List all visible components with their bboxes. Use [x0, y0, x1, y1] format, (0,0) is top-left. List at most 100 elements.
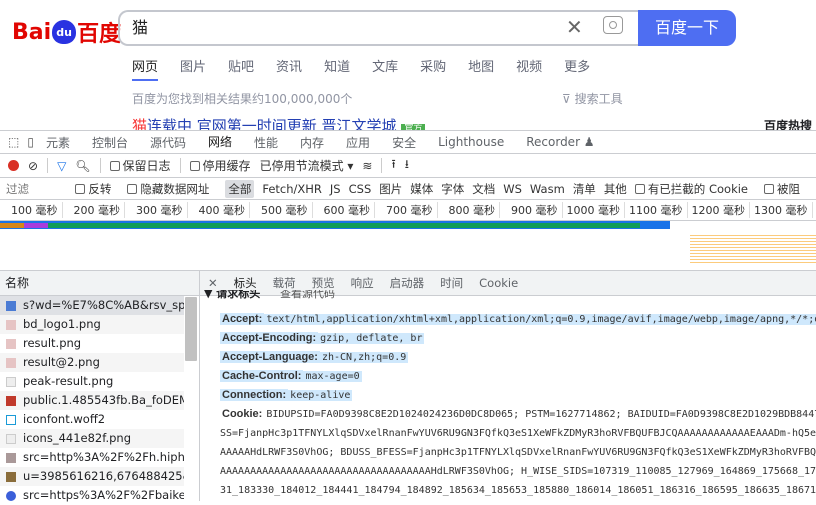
header-cache-control: Cache-Control:max-age=0 — [220, 368, 362, 384]
device-icon[interactable]: ▯ — [27, 135, 34, 149]
request-row[interactable]: result@2.png — [0, 353, 184, 372]
hide-data-urls-checkbox[interactable]: 隐藏数据网址 — [127, 181, 217, 197]
request-row[interactable]: s?wd=%E7%8C%AB&rsv_spt=1&rsv — [0, 296, 184, 315]
type-doc[interactable]: 文档 — [472, 181, 495, 197]
tab-headers[interactable]: 标头 — [234, 275, 257, 291]
preserve-log-checkbox[interactable]: 保留日志 — [110, 157, 171, 174]
tab-lighthouse[interactable]: Lighthouse — [438, 135, 504, 149]
request-headers-section[interactable]: ▼ 请求标头 — [204, 290, 260, 300]
close-icon[interactable]: ✕ — [208, 276, 218, 290]
tab-performance[interactable]: 性能 — [254, 134, 278, 151]
type-all[interactable]: 全部 — [225, 180, 254, 198]
tab-sources[interactable]: 源代码 — [150, 134, 186, 151]
timeline-overview[interactable] — [0, 221, 816, 271]
invert-checkbox[interactable]: 反转 — [75, 181, 119, 197]
tab-web[interactable]: 网页 — [132, 56, 158, 81]
tab-news[interactable]: 资讯 — [276, 56, 302, 81]
tab-console[interactable]: 控制台 — [92, 134, 128, 151]
request-name: iconfont.woff2 — [23, 410, 105, 429]
type-xhr[interactable]: Fetch/XHR — [262, 182, 322, 196]
timeline-bar-connect — [24, 223, 48, 228]
export-icon[interactable]: ⭳ — [405, 155, 409, 176]
header-value: zh-CN,zh;q=0.9 — [320, 352, 408, 363]
network-conditions-icon[interactable]: ≋ — [362, 159, 372, 173]
header-key: Cache-Control: — [220, 370, 303, 382]
request-list-scrollbar[interactable] — [185, 297, 197, 361]
tab-wenku[interactable]: 文库 — [372, 56, 398, 81]
tick: 100 毫秒 — [0, 202, 63, 218]
request-row[interactable]: public.1.485543fb.Ba_foDEMdxAIc. — [0, 391, 184, 410]
search-icon[interactable]: 🔍︎ — [75, 159, 90, 173]
tick: 1200 毫秒 — [688, 202, 751, 218]
type-other[interactable]: 其他 — [604, 181, 627, 197]
image-icon — [6, 339, 16, 349]
tab-recorder[interactable]: Recorder ♟ — [526, 135, 594, 149]
image-icon — [6, 377, 16, 387]
import-icon[interactable]: ⭱ — [391, 155, 395, 176]
request-row[interactable]: icons_441e82f.png — [0, 429, 184, 448]
result-title[interactable]: 猫连载中 官网第一时间更新 晋江文学城 官方 — [132, 116, 425, 130]
type-wasm[interactable]: Wasm — [530, 182, 565, 196]
type-ws[interactable]: WS — [503, 182, 522, 196]
search-tools[interactable]: ⊽ 搜索工具 — [562, 90, 623, 107]
type-img[interactable]: 图片 — [379, 181, 402, 197]
result-count: 百度为您找到相关结果约100,000,000个 — [132, 90, 352, 107]
view-source-link[interactable]: 查看源代码 — [280, 290, 335, 300]
request-name: bd_logo1.png — [23, 315, 101, 334]
request-row[interactable]: bd_logo1.png — [0, 315, 184, 334]
tab-response[interactable]: 响应 — [351, 275, 374, 291]
tab-preview[interactable]: 预览 — [312, 275, 335, 291]
type-media[interactable]: 媒体 — [410, 181, 433, 197]
type-font[interactable]: 字体 — [441, 181, 464, 197]
tab-zhidao[interactable]: 知道 — [324, 56, 350, 81]
record-icon[interactable] — [8, 160, 19, 171]
search-tabs: 网页 图片 贴吧 资讯 知道 文库 采购 地图 视频 更多 — [132, 56, 590, 81]
camera-icon[interactable] — [603, 16, 623, 34]
tab-shopping[interactable]: 采购 — [420, 56, 446, 81]
request-name: src=http%3A%2F%2Fh.hiphotos.ba — [23, 448, 184, 467]
clear-icon[interactable]: ⊘ — [28, 159, 38, 173]
tab-more[interactable]: 更多 — [564, 56, 590, 81]
tab-application[interactable]: 应用 — [346, 134, 370, 151]
header-connection: Connection:keep-alive — [220, 387, 352, 403]
request-name: peak-result.png — [23, 372, 113, 391]
request-row[interactable]: iconfont.woff2 — [0, 410, 184, 429]
clear-icon[interactable]: ✕ — [566, 15, 583, 39]
request-name: icons_441e82f.png — [23, 429, 131, 448]
blocked-checkbox[interactable]: 被阻 — [764, 181, 808, 197]
request-row[interactable]: u=3985616216,676488425&fm=17 — [0, 467, 184, 486]
type-js[interactable]: JS — [330, 182, 341, 196]
tab-tieba[interactable]: 贴吧 — [228, 56, 254, 81]
tab-images[interactable]: 图片 — [180, 56, 206, 81]
timeline-bar-wait — [48, 223, 640, 228]
filter-input[interactable]: 过滤 — [0, 181, 67, 197]
request-row[interactable]: src=http%3A%2F%2Fh.hiphotos.ba — [0, 448, 184, 467]
disable-cache-checkbox[interactable]: 停用缓存 — [190, 157, 251, 174]
search-button[interactable]: 百度一下 — [638, 10, 736, 46]
request-row[interactable]: peak-result.png — [0, 372, 184, 391]
baidu-logo[interactable]: Baidu百度 — [12, 16, 121, 48]
tab-cookies[interactable]: Cookie — [479, 276, 518, 290]
tab-elements[interactable]: 元素 — [46, 134, 70, 151]
tab-network[interactable]: 网络 — [208, 131, 232, 154]
tab-memory[interactable]: 内存 — [300, 134, 324, 151]
request-row[interactable]: result.png — [0, 334, 184, 353]
filter-icon[interactable]: ▽ — [57, 159, 66, 173]
cookie-line: AAAAAHdLRWF3S0VhOG; BDUSS_BFESS=FjanpHc3… — [220, 447, 816, 458]
tab-security[interactable]: 安全 — [392, 134, 416, 151]
tab-timing[interactable]: 时间 — [440, 275, 463, 291]
type-manifest[interactable]: 清单 — [573, 181, 596, 197]
search-tools-label: 搜索工具 — [575, 92, 623, 106]
name-column-header[interactable]: 名称 — [0, 271, 199, 296]
tab-video[interactable]: 视频 — [516, 56, 542, 81]
tab-map[interactable]: 地图 — [468, 56, 494, 81]
type-css[interactable]: CSS — [349, 182, 372, 196]
throttle-select[interactable]: 已停用节流模式 ▾ — [260, 157, 354, 174]
image-icon — [6, 472, 16, 482]
blocked-cookies-checkbox[interactable]: 有已拦截的 Cookie — [635, 181, 756, 197]
request-name: public.1.485543fb.Ba_foDEMdxAIc. — [23, 391, 184, 410]
inspect-icon[interactable]: ⬚ — [8, 135, 19, 149]
request-row[interactable]: src=https%3A%2F%2Fbaikebcs.bd — [0, 486, 184, 505]
tab-initiator[interactable]: 启动器 — [390, 275, 425, 291]
tab-payload[interactable]: 载荷 — [273, 275, 296, 291]
